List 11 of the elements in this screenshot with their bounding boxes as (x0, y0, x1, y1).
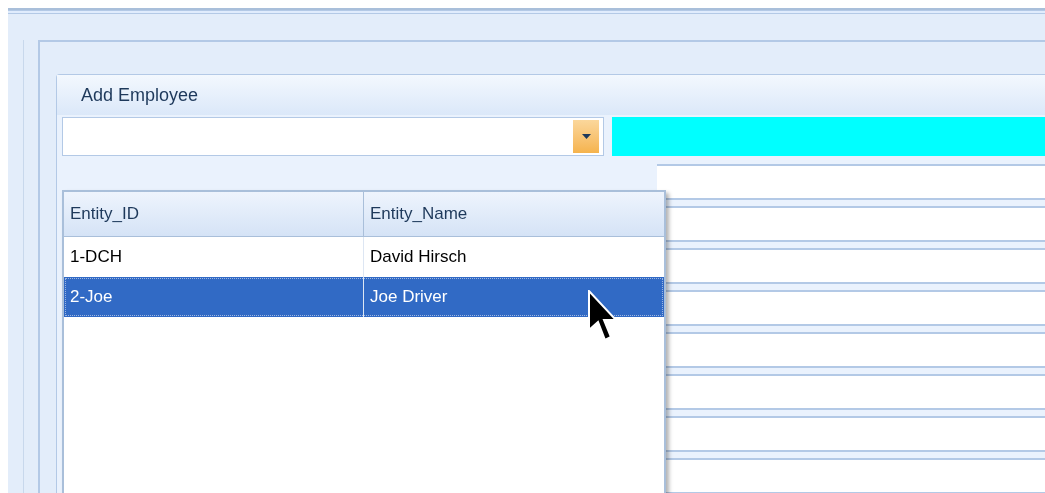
column-header[interactable]: Entity_ID (64, 192, 364, 236)
table-cell-text: David Hirsch (369, 246, 468, 269)
dropdown-button[interactable] (573, 120, 599, 153)
table-cell: 2-Joe (64, 277, 364, 317)
input-field[interactable] (657, 164, 1045, 200)
column-header[interactable]: Entity_Name (364, 192, 664, 236)
caret-icon (581, 134, 591, 139)
group-title: Add Employee (57, 75, 1045, 115)
highlighted-field[interactable] (612, 117, 1045, 156)
list-row[interactable]: 2-Joe Joe Driver (64, 277, 664, 317)
table-cell-text: Joe Driver (369, 286, 449, 309)
